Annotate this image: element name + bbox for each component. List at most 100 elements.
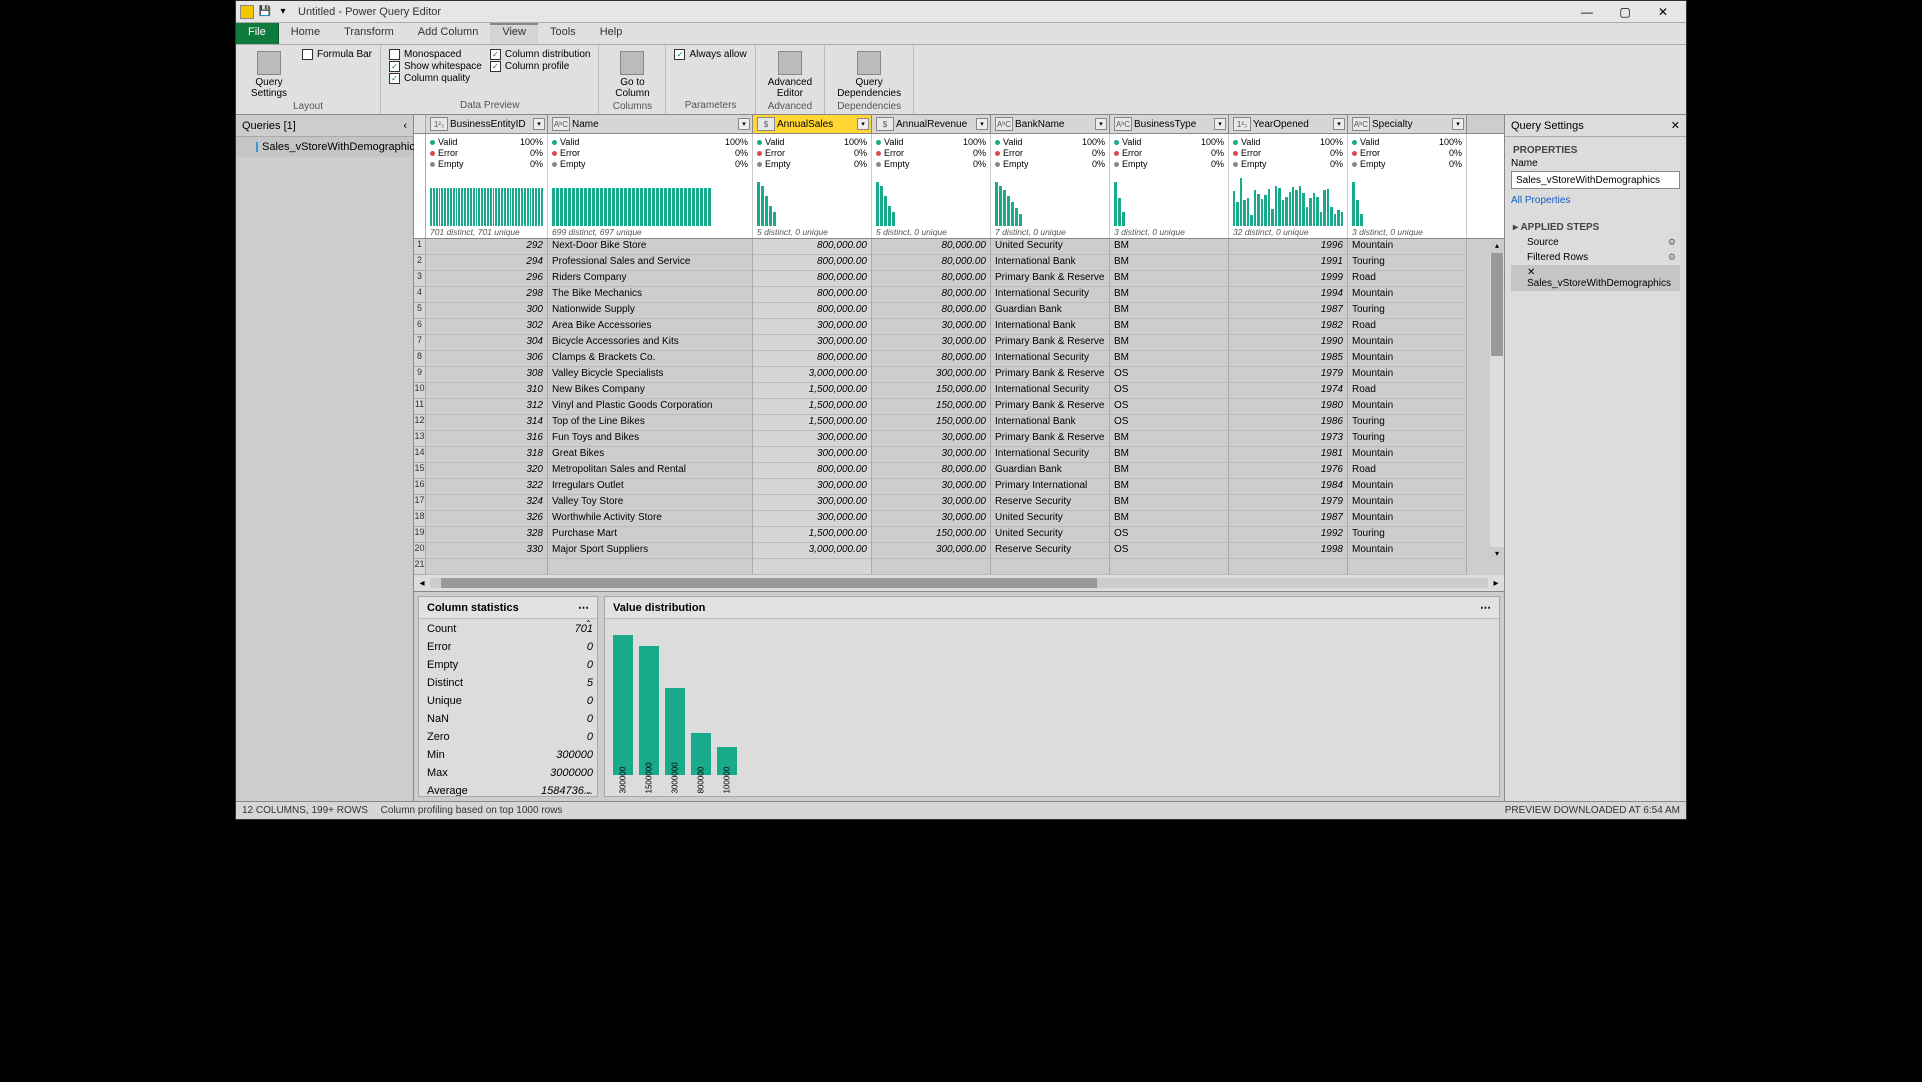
cell-id[interactable]: 310 xyxy=(426,383,548,399)
close-settings-icon[interactable]: ✕ xyxy=(1671,119,1680,132)
applied-step[interactable]: ✕ Sales_vStoreWithDemographics xyxy=(1511,265,1680,291)
cell-specialty[interactable]: Touring xyxy=(1348,415,1467,431)
cell-name[interactable]: Valley Toy Store xyxy=(548,495,753,511)
tab-transform[interactable]: Transform xyxy=(332,23,406,44)
cell-businesstype[interactable]: BM xyxy=(1110,255,1229,271)
cell-businesstype[interactable]: OS xyxy=(1110,543,1229,559)
datatype-icon[interactable]: AᵇC xyxy=(1352,117,1370,131)
cell-bank[interactable] xyxy=(991,559,1110,575)
cell-id[interactable]: 322 xyxy=(426,479,548,495)
cell-businesstype[interactable]: BM xyxy=(1110,335,1229,351)
cell-revenue[interactable]: 30,000.00 xyxy=(872,479,991,495)
cell-specialty[interactable]: Touring xyxy=(1348,527,1467,543)
table-row[interactable]: 11 312 Vinyl and Plastic Goods Corporati… xyxy=(414,399,1504,415)
table-row[interactable]: 21 xyxy=(414,559,1504,575)
column-header-BankName[interactable]: AᵇCBankName▾ xyxy=(991,115,1110,133)
column-header-YearOpened[interactable]: 1²₃YearOpened▾ xyxy=(1229,115,1348,133)
table-row[interactable]: 19 328 Purchase Mart 1,500,000.00 150,00… xyxy=(414,527,1504,543)
row-number[interactable]: 10 xyxy=(414,383,426,399)
cell-name[interactable]: Nationwide Supply xyxy=(548,303,753,319)
tab-help[interactable]: Help xyxy=(588,23,635,44)
cell-year[interactable]: 1987 xyxy=(1229,303,1348,319)
gear-icon[interactable]: ⚙ xyxy=(1668,237,1676,248)
cell-name[interactable]: Worthwhile Activity Store xyxy=(548,511,753,527)
cell-revenue[interactable]: 300,000.00 xyxy=(872,543,991,559)
cell-name[interactable]: Great Bikes xyxy=(548,447,753,463)
cell-bank[interactable]: International Security xyxy=(991,287,1110,303)
cell-specialty[interactable]: Road xyxy=(1348,319,1467,335)
row-number[interactable]: 3 xyxy=(414,271,426,287)
cell-sales[interactable]: 3,000,000.00 xyxy=(753,543,872,559)
row-number[interactable]: 12 xyxy=(414,415,426,431)
cell-name[interactable]: Valley Bicycle Specialists xyxy=(548,367,753,383)
cell-revenue[interactable]: 150,000.00 xyxy=(872,415,991,431)
cell-id[interactable]: 308 xyxy=(426,367,548,383)
cell-specialty[interactable]: Mountain xyxy=(1348,495,1467,511)
cell-specialty[interactable]: Mountain xyxy=(1348,367,1467,383)
cell-businesstype[interactable]: OS xyxy=(1110,415,1229,431)
cell-name[interactable]: Top of the Line Bikes xyxy=(548,415,753,431)
cell-businesstype[interactable]: BM xyxy=(1110,431,1229,447)
cell-businesstype[interactable]: BM xyxy=(1110,303,1229,319)
cell-sales[interactable]: 300,000.00 xyxy=(753,511,872,527)
row-number[interactable]: 16 xyxy=(414,479,426,495)
cell-specialty[interactable]: Mountain xyxy=(1348,351,1467,367)
column-header-BusinessType[interactable]: AᵇCBusinessType▾ xyxy=(1110,115,1229,133)
cell-name[interactable]: Irregulars Outlet xyxy=(548,479,753,495)
datatype-icon[interactable]: AᵇC xyxy=(1114,117,1132,131)
cell-revenue[interactable]: 80,000.00 xyxy=(872,303,991,319)
cell-id[interactable]: 304 xyxy=(426,335,548,351)
cell-revenue[interactable]: 80,000.00 xyxy=(872,463,991,479)
query-dependencies-button[interactable]: Query Dependencies xyxy=(833,49,905,101)
table-row[interactable]: 18 326 Worthwhile Activity Store 300,000… xyxy=(414,511,1504,527)
cell-year[interactable]: 1987 xyxy=(1229,511,1348,527)
select-all-corner[interactable] xyxy=(414,115,426,133)
cell-specialty[interactable]: Road xyxy=(1348,383,1467,399)
vertical-scrollbar[interactable]: ▴ ▾ xyxy=(1490,239,1504,561)
cell-sales[interactable]: 1,500,000.00 xyxy=(753,527,872,543)
cell-id[interactable]: 320 xyxy=(426,463,548,479)
cell-year[interactable]: 1992 xyxy=(1229,527,1348,543)
cell-revenue[interactable]: 80,000.00 xyxy=(872,271,991,287)
close-button[interactable]: ✕ xyxy=(1644,2,1682,21)
cell-id[interactable]: 292 xyxy=(426,239,548,255)
row-number[interactable]: 20 xyxy=(414,543,426,559)
cell-id[interactable]: 314 xyxy=(426,415,548,431)
collapse-queries-icon[interactable]: ‹ xyxy=(403,120,407,132)
table-row[interactable]: 3 296 Riders Company 800,000.00 80,000.0… xyxy=(414,271,1504,287)
row-number[interactable]: 7 xyxy=(414,335,426,351)
cell-id[interactable]: 312 xyxy=(426,399,548,415)
datatype-icon[interactable]: 1²₃ xyxy=(1233,117,1251,131)
cell-id[interactable]: 294 xyxy=(426,255,548,271)
cell-businesstype[interactable]: OS xyxy=(1110,367,1229,383)
cell-name[interactable]: Vinyl and Plastic Goods Corporation xyxy=(548,399,753,415)
cell-sales[interactable]: 800,000.00 xyxy=(753,271,872,287)
cell-name[interactable]: Professional Sales and Service xyxy=(548,255,753,271)
column-profile-BankName[interactable]: Valid100% Error0% Empty0% 7 distinct, 0 … xyxy=(991,134,1110,238)
cell-businesstype[interactable] xyxy=(1110,559,1229,575)
cell-sales[interactable]: 300,000.00 xyxy=(753,479,872,495)
cell-revenue[interactable]: 150,000.00 xyxy=(872,527,991,543)
column-header-AnnualRevenue[interactable]: $AnnualRevenue▾ xyxy=(872,115,991,133)
cell-sales[interactable]: 300,000.00 xyxy=(753,319,872,335)
cell-businesstype[interactable]: OS xyxy=(1110,527,1229,543)
check-monospaced[interactable]: Monospaced xyxy=(389,49,482,60)
row-number[interactable]: 21 xyxy=(414,559,426,575)
cell-businesstype[interactable]: BM xyxy=(1110,511,1229,527)
table-row[interactable]: 12 314 Top of the Line Bikes 1,500,000.0… xyxy=(414,415,1504,431)
column-header-AnnualSales[interactable]: $AnnualSales▾ xyxy=(753,115,872,133)
filter-dropdown-icon[interactable]: ▾ xyxy=(1095,118,1107,130)
cell-name[interactable]: Area Bike Accessories xyxy=(548,319,753,335)
table-row[interactable]: 5 300 Nationwide Supply 800,000.00 80,00… xyxy=(414,303,1504,319)
cell-bank[interactable]: Reserve Security xyxy=(991,543,1110,559)
cell-revenue[interactable]: 300,000.00 xyxy=(872,367,991,383)
cell-revenue[interactable]: 30,000.00 xyxy=(872,319,991,335)
cell-id[interactable]: 296 xyxy=(426,271,548,287)
cell-sales[interactable]: 3,000,000.00 xyxy=(753,367,872,383)
qat-dropdown-icon[interactable]: ▾ xyxy=(276,5,290,19)
cell-year[interactable]: 1979 xyxy=(1229,367,1348,383)
cell-specialty[interactable]: Road xyxy=(1348,271,1467,287)
cell-bank[interactable]: Primary Bank & Reserve xyxy=(991,399,1110,415)
datatype-icon[interactable]: 1²₃ xyxy=(430,117,448,131)
cell-name[interactable]: The Bike Mechanics xyxy=(548,287,753,303)
